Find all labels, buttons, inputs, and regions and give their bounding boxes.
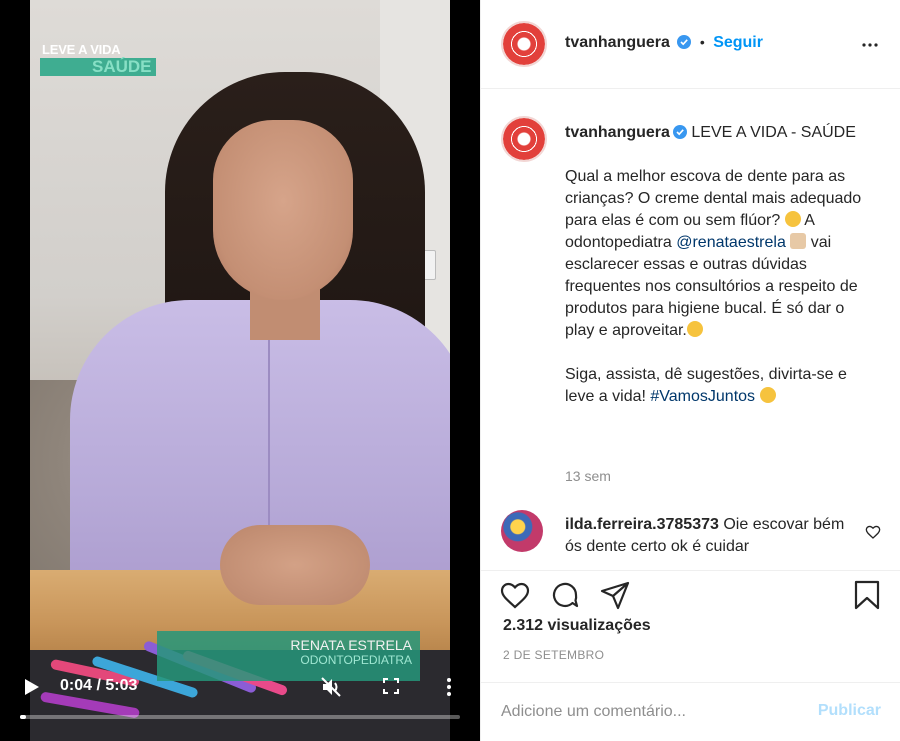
verified-icon bbox=[677, 35, 692, 49]
comment-icon[interactable] bbox=[549, 579, 581, 611]
header-separator: • bbox=[699, 34, 705, 50]
comment-text-block: ilda.ferreira.3785373 Oie escovar bém ós… bbox=[565, 514, 855, 558]
caption-paragraph1-a: Qual a melhor escova de dente para as cr… bbox=[565, 168, 862, 229]
overlay-title-text: LEVE A VIDA bbox=[42, 42, 121, 57]
publish-button[interactable]: Publicar bbox=[818, 702, 881, 720]
comment-box: Publicar bbox=[481, 682, 900, 741]
post-actions bbox=[481, 570, 900, 616]
bookmark-icon[interactable] bbox=[851, 579, 883, 611]
fullscreen-icon[interactable] bbox=[383, 678, 399, 694]
hugging-face-icon bbox=[759, 387, 776, 403]
video-overlay-title: LEVE A VIDA SAÚDE bbox=[40, 42, 156, 77]
overlay-subtitle-text: SAÚDE bbox=[40, 58, 156, 76]
thinking-face-icon bbox=[784, 211, 801, 227]
more-vertical-icon[interactable] bbox=[444, 676, 454, 698]
scene-person-face bbox=[213, 120, 353, 300]
mute-icon[interactable] bbox=[320, 676, 342, 698]
video-frame bbox=[30, 0, 450, 741]
post-date[interactable]: 2 DE SETEMBRO bbox=[503, 648, 604, 662]
video-progress-bar[interactable] bbox=[20, 715, 460, 719]
video-time: 0:04 / 5:03 bbox=[60, 677, 138, 694]
mention-link[interactable]: @renataestrela bbox=[676, 234, 786, 251]
post-header: tvanhanguera • Seguir bbox=[481, 0, 900, 89]
lower-third-name: RENATA ESTRELA bbox=[290, 637, 412, 653]
caption-time-ago[interactable]: 13 sem bbox=[565, 468, 611, 484]
avatar[interactable] bbox=[501, 116, 547, 162]
view-count[interactable]: 2.312 visualizações bbox=[503, 617, 651, 635]
scene-person-hands bbox=[220, 525, 370, 605]
like-comment-icon[interactable] bbox=[865, 524, 881, 540]
caption-area: tvanhanguera LEVE A VIDA - SAÚDE Qual a … bbox=[481, 90, 900, 570]
video-controls: 0:04 / 5:03 bbox=[0, 670, 480, 741]
comment-input[interactable] bbox=[501, 700, 801, 724]
hashtag-link[interactable]: #VamosJuntos bbox=[650, 388, 755, 405]
caption-username[interactable]: tvanhanguera bbox=[565, 124, 670, 141]
wink-face-icon bbox=[686, 321, 703, 337]
heart-icon[interactable] bbox=[499, 579, 531, 611]
share-icon[interactable] bbox=[599, 579, 631, 611]
lower-third-role: ODONTOPEDIATRA bbox=[300, 653, 412, 667]
caption-title: LEVE A VIDA - SAÚDE bbox=[691, 124, 856, 141]
verified-icon bbox=[672, 125, 687, 139]
play-icon[interactable] bbox=[24, 678, 40, 696]
follow-button[interactable]: Seguir bbox=[713, 34, 763, 51]
post-sidebar: tvanhanguera • Seguir tvanhanguera LEVE … bbox=[480, 0, 900, 741]
video-player[interactable]: LEVE A VIDA SAÚDE RENATA ESTRELA ODONTOP… bbox=[0, 0, 480, 741]
video-progress-fill bbox=[20, 715, 26, 719]
caption-text: tvanhanguera LEVE A VIDA - SAÚDE Qual a … bbox=[565, 122, 865, 430]
avatar[interactable] bbox=[501, 21, 547, 67]
header-user-line: tvanhanguera • Seguir bbox=[565, 34, 763, 52]
header-username[interactable]: tvanhanguera bbox=[565, 34, 670, 51]
comment-username[interactable]: ilda.ferreira.3785373 bbox=[565, 516, 719, 533]
more-options-icon[interactable] bbox=[861, 38, 879, 52]
avatar[interactable] bbox=[501, 510, 543, 552]
health-worker-icon bbox=[790, 233, 807, 249]
